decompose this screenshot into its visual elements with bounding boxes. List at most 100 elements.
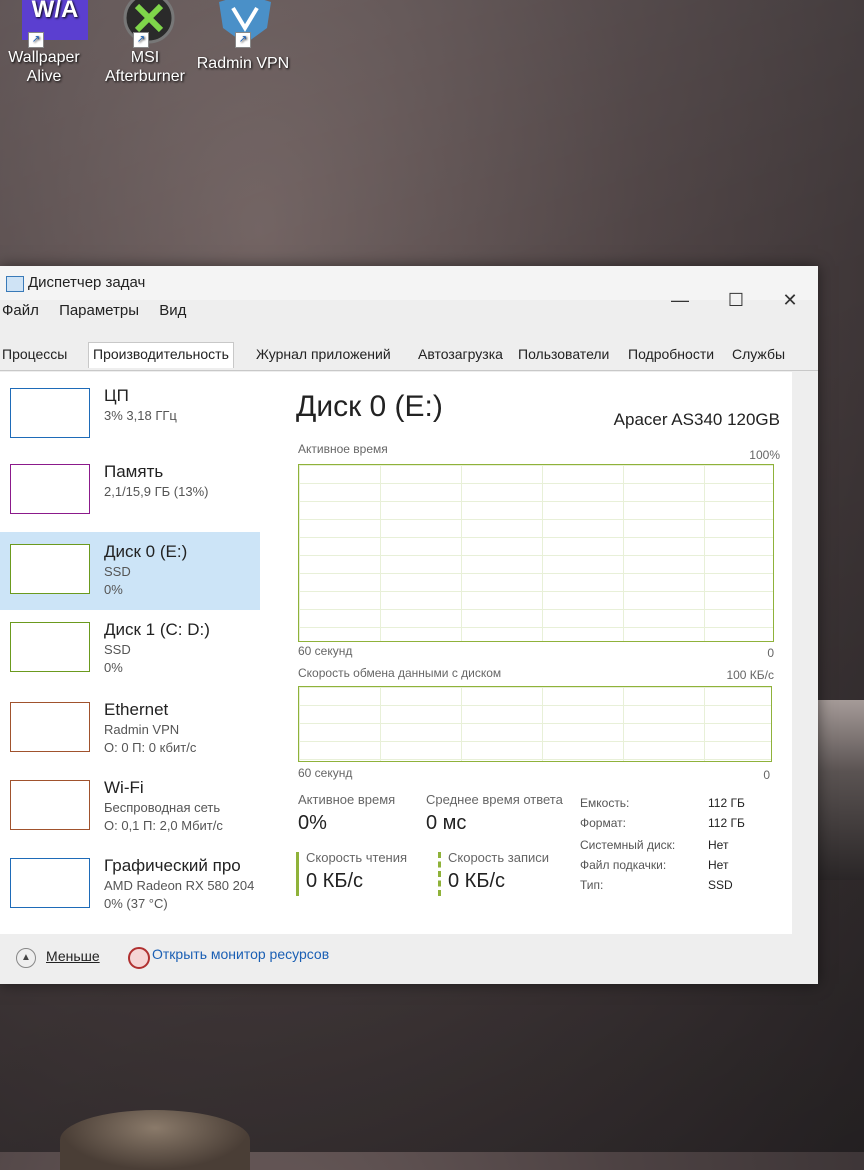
fewer-details-button[interactable]: Меньше — [46, 948, 100, 964]
page-file-value: Нет — [708, 858, 729, 872]
device-name: ЦП — [104, 386, 129, 405]
device-name: Диск 1 (C: D:) — [104, 620, 210, 639]
wallpaper-alive-icon: W/A ↗ — [16, 0, 88, 48]
device-name: Ethernet — [104, 700, 169, 719]
device-detail-line: Беспроводная сеть — [104, 800, 221, 815]
device-thumbnail-graph — [10, 702, 90, 752]
device-detail-line: AMD Radeon RX 580 204 — [104, 878, 255, 893]
detail-title: Диск 0 (E:) — [296, 390, 443, 423]
tab-services[interactable]: Службы — [732, 346, 785, 362]
icon-label: Afterburner — [104, 68, 186, 85]
desktop-icon-radmin-vpn[interactable]: ↗ Radmin VPN — [193, 0, 293, 73]
graph2-min: 0 — [763, 768, 770, 782]
read-speed-indicator — [296, 852, 299, 896]
write-speed-value: 0 КБ/с — [448, 870, 506, 892]
device-name: Память — [104, 462, 164, 481]
close-button[interactable]: ✕ — [770, 288, 810, 312]
active-time-graph — [298, 464, 774, 642]
response-time-label: Среднее время ответа — [426, 792, 563, 807]
device-detail-line: SSD — [104, 564, 131, 579]
menu-options[interactable]: Параметры — [59, 302, 139, 319]
format-key: Формат: — [580, 816, 626, 830]
shortcut-arrow-icon: ↗ — [133, 32, 149, 48]
shortcut-arrow-icon: ↗ — [235, 32, 251, 48]
system-disk-key: Системный диск: — [580, 838, 676, 852]
active-time-label: Активное время — [298, 792, 396, 807]
tab-app-history[interactable]: Журнал приложений — [256, 346, 391, 362]
active-time-value: 0% — [298, 812, 327, 834]
maximize-button[interactable]: ☐ — [716, 288, 756, 312]
graph1-max: 100% — [749, 448, 780, 462]
graph1-label: Активное время — [298, 442, 388, 456]
window-title: Диспетчер задач — [28, 274, 146, 291]
graph2-time: 60 секунд — [298, 766, 353, 780]
menu-file[interactable]: Файл — [2, 302, 39, 319]
device-thumbnail-graph — [10, 858, 90, 908]
task-manager-window: Диспетчер задач — ☐ ✕ Файл Параметры Вид… — [0, 266, 818, 984]
device-item[interactable]: Память 2,1/15,9 ГБ (13%) — [0, 452, 260, 530]
icon-label: Alive — [26, 68, 62, 85]
task-manager-icon — [6, 276, 24, 292]
write-speed-indicator — [438, 852, 441, 896]
footer-bar: ▲ Меньше Открыть монитор ресурсов — [0, 938, 792, 974]
tab-processes[interactable]: Процессы — [2, 346, 67, 362]
device-item[interactable]: Графический про AMD Radeon RX 580 204 0% (… — [0, 846, 260, 924]
disk-detail: Диск 0 (E:) Apacer AS340 120GB Активное … — [290, 372, 790, 934]
tab-details[interactable]: Подробности — [628, 346, 714, 362]
graph1-min: 0 — [767, 646, 774, 660]
device-detail-line: 2,1/15,9 ГБ (13%) — [104, 484, 209, 499]
device-thumbnail-graph — [10, 464, 90, 514]
menu-view[interactable]: Вид — [159, 302, 186, 319]
tab-performance[interactable]: Производительность — [88, 342, 234, 368]
radmin-vpn-icon: ↗ — [215, 0, 271, 48]
device-thumbnail-graph — [10, 388, 90, 438]
performance-panel: ЦП 3% 3,18 ГГц Память 2,1/15,9 ГБ (13%) Диск… — [0, 372, 792, 934]
graph2-label: Скорость обмена данными с диском — [298, 666, 502, 680]
device-detail-line: О: 0,1 П: 2,0 Мбит/с — [104, 818, 223, 833]
desktop-icon-wallpaper-alive[interactable]: W/A ↗ Wallpaper Alive — [0, 0, 94, 86]
device-name: Графический про — [104, 856, 241, 875]
device-item[interactable]: Wi-Fi Беспроводная сеть О: 0,1 П: 2,0 Мбит… — [0, 768, 260, 846]
capacity-value: 112 ГБ — [708, 796, 745, 810]
page-file-key: Файл подкачки: — [580, 858, 667, 872]
wallpaper-rock — [60, 1110, 250, 1170]
response-time-value: 0 мс — [426, 812, 467, 834]
device-detail-line: О: 0 П: 0 кбит/с — [104, 740, 197, 755]
read-speed-label: Скорость чтения — [306, 850, 408, 865]
device-item[interactable]: Диск 0 (E:) SSD 0% — [0, 532, 260, 610]
device-thumbnail-graph — [10, 622, 90, 672]
device-thumbnail-graph — [10, 780, 90, 830]
transfer-rate-graph — [298, 686, 772, 762]
msi-afterburner-icon: ↗ — [117, 0, 175, 48]
device-detail-line: 3% 3,18 ГГц — [104, 408, 177, 423]
minimize-button[interactable]: — — [660, 288, 700, 312]
type-key: Тип: — [580, 878, 604, 892]
device-name: Wi-Fi — [104, 778, 144, 797]
device-item[interactable]: Диск 1 (C: D:) SSD 0% — [0, 610, 260, 688]
graph1-time: 60 секунд — [298, 644, 353, 658]
type-value: SSD — [708, 878, 733, 892]
write-speed-label: Скорость записи — [448, 850, 550, 865]
icon-label: Radmin VPN — [196, 55, 290, 72]
icon-label: Wallpaper — [8, 49, 80, 66]
device-item[interactable]: ЦП 3% 3,18 ГГц — [0, 376, 260, 454]
device-item[interactable]: Ethernet Radmin VPN О: 0 П: 0 кбит/с — [0, 690, 260, 768]
menu-bar: Файл Параметры Вид — [0, 302, 200, 326]
tab-startup[interactable]: Автозагрузка — [418, 346, 503, 362]
device-detail-line: 0% (37 °C) — [104, 896, 168, 911]
device-detail-line: Radmin VPN — [104, 722, 180, 737]
device-name: Диск 0 (E:) — [104, 542, 188, 561]
desktop-icon-msi-afterburner[interactable]: ↗ MSI Afterburner — [95, 0, 195, 86]
disk-model: Apacer AS340 120GB — [613, 410, 780, 429]
chevron-up-icon[interactable]: ▲ — [16, 948, 36, 968]
graph2-max: 100 КБ/с — [726, 668, 774, 682]
device-detail-line: 0% — [104, 660, 123, 675]
icon-label: MSI — [130, 49, 160, 66]
tab-users[interactable]: Пользователи — [518, 346, 609, 362]
device-detail-line: SSD — [104, 642, 131, 657]
device-list: ЦП 3% 3,18 ГГц Память 2,1/15,9 ГБ (13%) Диск… — [0, 372, 260, 934]
shortcut-arrow-icon: ↗ — [28, 32, 44, 48]
open-resource-monitor-link[interactable]: Открыть монитор ресурсов — [152, 946, 329, 962]
system-disk-value: Нет — [708, 838, 729, 852]
format-value: 112 ГБ — [708, 816, 745, 830]
